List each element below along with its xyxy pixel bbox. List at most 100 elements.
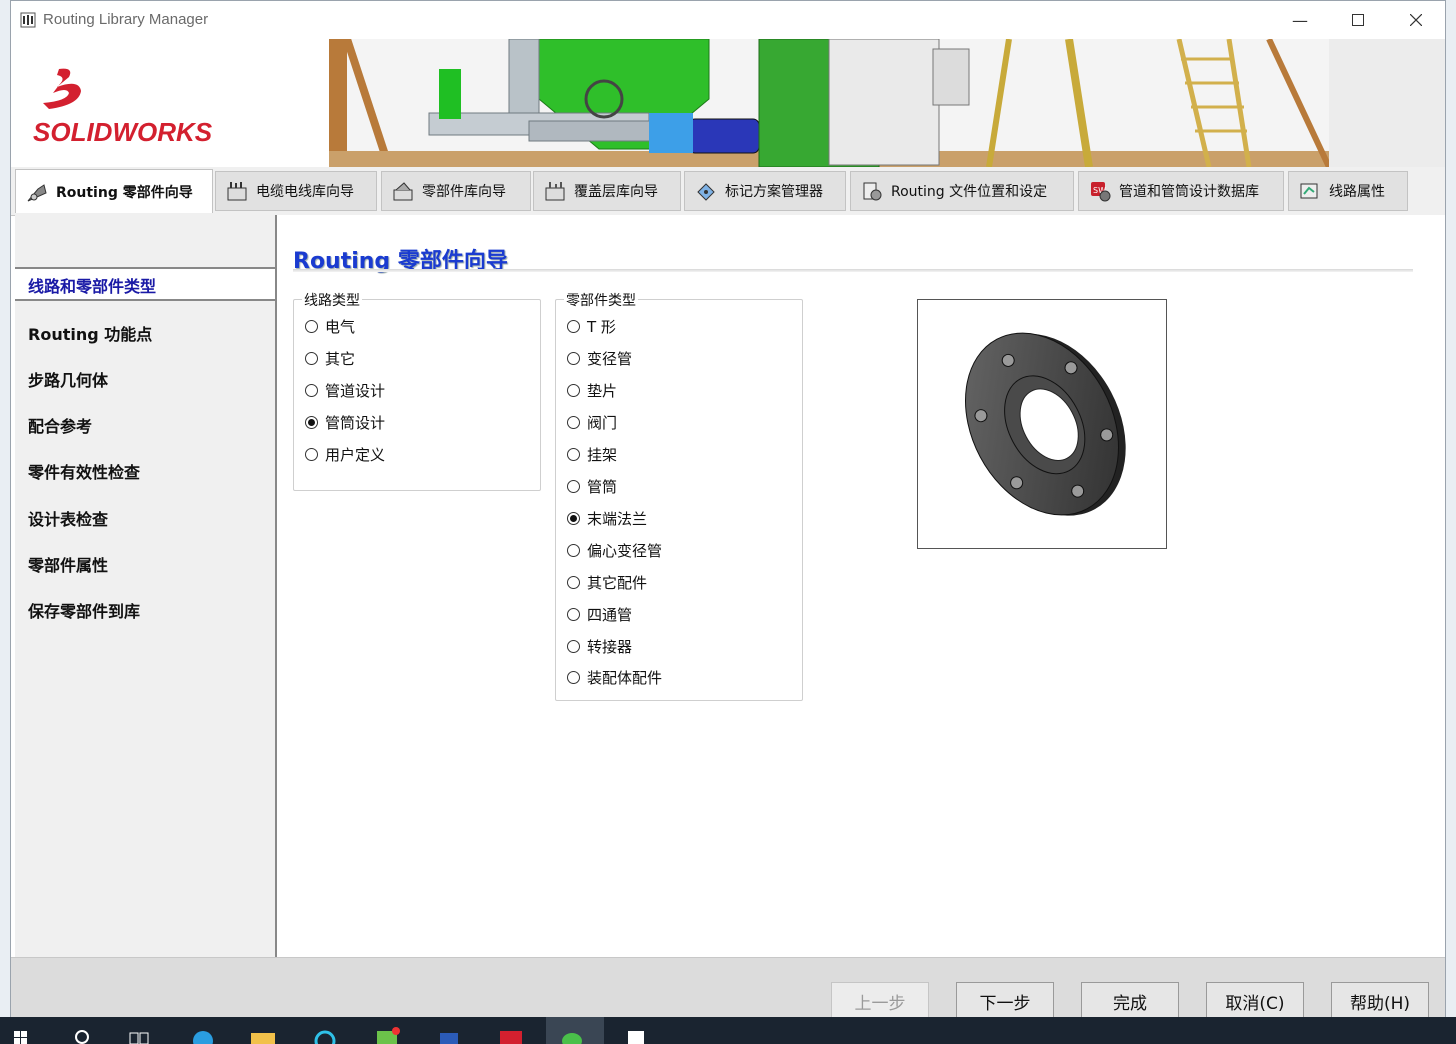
component-option-eccentric-reducer[interactable]: 偏心变径管 [567,540,662,561]
tab-label: 管道和管筒设计数据库 [1119,184,1259,200]
cancel-button[interactable]: 取消(C) [1206,982,1304,1020]
nav-item-save-to-library[interactable]: 保存零部件到库 [28,598,140,622]
app-store-icon[interactable] [372,1021,402,1044]
radio-button[interactable] [567,352,580,365]
tab-cable-wire-library[interactable]: 电缆电线库向导 [215,171,377,211]
nav-item-design-table-check[interactable]: 设计表检查 [28,506,108,530]
tab-routing-component-wizard[interactable]: Routing 零部件向导 [15,169,213,213]
route-type-option-piping[interactable]: 管道设计 [305,380,385,401]
component-option-end-flange[interactable]: 末端法兰 [567,508,647,529]
tab-label: 电缆电线库向导 [256,184,354,200]
option-label: 管筒 [587,478,618,496]
nav-item-part-validity-check[interactable]: 零件有效性检查 [28,459,140,483]
flange-preview-image [965,332,1126,516]
windows-start-icon[interactable] [6,1021,36,1044]
tab-label: 标记方案管理器 [725,184,823,200]
option-label: 其它配件 [587,574,648,592]
wechat-icon[interactable] [558,1021,588,1044]
wizard-footer: 上一步 下一步 完成 取消(C) 帮助(H) [11,957,1445,1020]
component-type-group: 零部件类型 T 形 变径管 垫片 阀门 挂架 管筒 末端法兰 偏心变径管 其它配… [555,290,803,701]
logo-wordmark: SOLIDWORKS [33,117,213,147]
component-option-tube[interactable]: 管筒 [567,476,617,497]
tab-label: Routing 零部件向导 [56,184,193,201]
radio-button[interactable] [305,448,318,461]
minimize-button[interactable]: — [1271,1,1329,39]
radio-button[interactable] [305,384,318,397]
nav-item-component-properties[interactable]: 零部件属性 [28,552,108,576]
radio-button[interactable] [567,416,580,429]
tab-piping-tubing-database[interactable]: SW 管道和管筒设计数据库 [1078,171,1284,211]
tag-scheme-icon [697,183,715,201]
component-option-reducer[interactable]: 变径管 [567,348,632,369]
cable-library-icon [227,182,247,201]
nav-item-route-component-type[interactable]: 线路和零部件类型 [28,273,156,297]
option-label: 垫片 [587,382,618,400]
radio-button[interactable] [567,671,580,684]
radio-button[interactable] [305,320,318,333]
tab-component-library[interactable]: 零部件库向导 [381,171,531,211]
component-option-adapter[interactable]: 转接器 [567,636,632,657]
route-type-group: 线路类型 电气 其它 管道设计 管筒设计 用户定义 [293,290,541,491]
routing-library-taskbar-icon[interactable] [622,1021,652,1044]
component-option-hanger[interactable]: 挂架 [567,444,617,465]
radio-button-selected[interactable] [305,416,318,429]
tab-routing-file-locations[interactable]: Routing 文件位置和设定 [850,171,1074,211]
option-label: 挂架 [587,446,618,464]
database-icon: SW [1091,182,1111,202]
ds-logo-icon [43,68,81,109]
option-label: 转接器 [587,638,633,656]
component-option-cross[interactable]: 四通管 [567,604,632,625]
radio-button[interactable] [567,544,580,557]
component-type-label: 零部件类型 [564,290,638,310]
nav-item-mate-references[interactable]: 配合参考 [28,413,92,437]
route-type-option-other[interactable]: 其它 [305,348,355,369]
next-button[interactable]: 下一步 [956,982,1054,1020]
radio-button[interactable] [567,320,580,333]
search-icon[interactable] [68,1021,98,1044]
tab-label: 线路属性 [1329,184,1385,200]
tab-covering-library[interactable]: 覆盖层库向导 [533,171,681,211]
option-label: 末端法兰 [587,510,648,528]
radio-button[interactable] [305,352,318,365]
banner: SOLIDWORKS [11,39,1445,167]
window-title: Routing Library Manager [43,11,209,28]
component-option-gasket[interactable]: 垫片 [567,380,617,401]
edge-browser-icon[interactable] [188,1021,218,1044]
radio-button[interactable] [567,448,580,461]
routing-library-manager-window: Routing Library Manager — SOLIDWORKS Rou… [10,0,1446,1020]
back-button[interactable]: 上一步 [831,982,929,1020]
nav-item-route-geometry[interactable]: 步路几何体 [28,367,108,391]
browser-icon[interactable] [310,1021,340,1044]
component-option-assembly-fitting[interactable]: 装配体配件 [567,667,662,688]
app-icon [20,12,36,28]
radio-button[interactable] [567,608,580,621]
route-properties-icon [1300,183,1318,199]
tab-route-properties[interactable]: 线路属性 [1288,171,1408,211]
file-explorer-icon[interactable] [248,1021,278,1044]
component-option-other-fitting[interactable]: 其它配件 [567,572,647,593]
option-label: 管道设计 [325,382,386,400]
finish-button[interactable]: 完成 [1081,982,1179,1020]
solidworks-taskbar-icon[interactable] [496,1021,526,1044]
radio-button[interactable] [567,480,580,493]
route-type-option-electrical[interactable]: 电气 [305,316,355,337]
option-label: 用户定义 [325,446,386,464]
radio-button[interactable] [567,640,580,653]
maximize-button[interactable] [1329,1,1387,39]
nav-item-routing-points[interactable]: Routing 功能点 [28,321,152,345]
close-button[interactable] [1387,1,1445,39]
component-option-tee[interactable]: T 形 [567,316,616,337]
task-view-icon[interactable] [124,1021,154,1044]
tab-tag-scheme-manager[interactable]: 标记方案管理器 [684,171,846,211]
word-icon[interactable] [434,1021,464,1044]
radio-button[interactable] [567,576,580,589]
radio-button[interactable] [567,384,580,397]
option-label: 装配体配件 [587,669,663,687]
component-option-valve[interactable]: 阀门 [567,412,617,433]
title-bar: Routing Library Manager — [11,1,1445,39]
route-type-option-tubing[interactable]: 管筒设计 [305,412,385,433]
help-button[interactable]: 帮助(H) [1331,982,1429,1020]
route-type-option-user-defined[interactable]: 用户定义 [305,444,385,465]
route-type-label: 线路类型 [302,290,362,310]
radio-button-selected[interactable] [567,512,580,525]
